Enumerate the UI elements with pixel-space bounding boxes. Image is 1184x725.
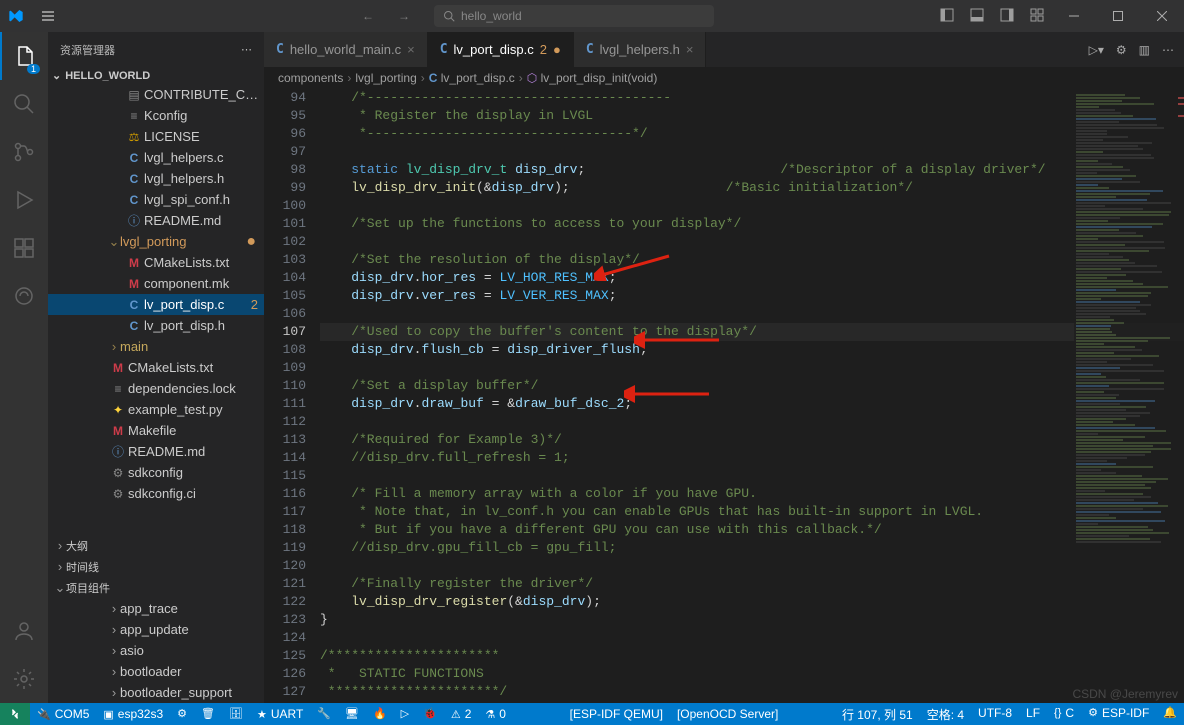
layout-toggle-1[interactable]: [932, 2, 962, 31]
section-时间线[interactable]: ›时间线: [48, 556, 264, 577]
breadcrumb-lvgl_porting[interactable]: lvgl_porting: [355, 71, 416, 85]
nav-forward-button[interactable]: →: [390, 5, 418, 27]
breadcrumb[interactable]: components›lvgl_porting›C lv_port_disp.c…: [264, 67, 1184, 89]
more-icon[interactable]: ⋯: [1162, 43, 1174, 57]
folder-lvgl_porting[interactable]: ⌄lvgl_porting●: [48, 231, 264, 252]
layout-toggle-2[interactable]: [962, 2, 992, 31]
sidebar-title: 资源管理器: [60, 42, 115, 58]
file-CMakeLists.txt[interactable]: MCMakeLists.txt: [48, 252, 264, 273]
tab-lv_port_disp.c[interactable]: Clv_port_disp.c2●: [428, 32, 574, 67]
search-tab[interactable]: [0, 80, 48, 128]
component-asio[interactable]: ›asio: [48, 640, 264, 661]
status-run[interactable]: ▷: [394, 707, 416, 720]
watermark: CSDN @Jeremyrev: [1072, 687, 1178, 701]
activity-bar: 1: [0, 32, 48, 703]
status-ESP-IDF[interactable]: ⚙ESP-IDF: [1081, 706, 1156, 720]
remote-button[interactable]: [0, 703, 30, 725]
code-area[interactable]: 9495969798991001011021031041051061071081…: [264, 89, 1184, 703]
main-menu-button[interactable]: [32, 8, 64, 24]
status-[OpenOCD Server][interactable]: [OpenOCD Server]: [670, 707, 785, 721]
editor-tabs: Chello_world_main.c×Clv_port_disp.c2●Clv…: [264, 32, 1184, 67]
folder-main[interactable]: ›main: [48, 336, 264, 357]
status-0[interactable]: ⚗0: [478, 707, 513, 721]
status-LF[interactable]: LF: [1019, 706, 1047, 720]
status-flame[interactable]: 🔥: [366, 707, 394, 720]
status-[ESP-IDF QEMU][interactable]: [ESP-IDF QEMU]: [563, 707, 670, 721]
breadcrumb-lv_port_disp.c[interactable]: C lv_port_disp.c: [429, 71, 515, 85]
espressif-tab[interactable]: [0, 272, 48, 320]
section-项目组件[interactable]: ⌄项目组件: [48, 577, 264, 598]
file-LICENSE[interactable]: ⚖LICENSE: [48, 126, 264, 147]
file-CONTRIBUTE_CONTROLLER_S...[interactable]: ▤CONTRIBUTE_CONTROLLER_S...: [48, 84, 264, 105]
source-control-tab[interactable]: [0, 128, 48, 176]
file-dependencies.lock[interactable]: ≡dependencies.lock: [48, 378, 264, 399]
status-COM5[interactable]: 🔌COM5: [30, 707, 96, 721]
component-bootloader[interactable]: ›bootloader: [48, 661, 264, 682]
nav-back-button[interactable]: ←: [354, 5, 382, 27]
status-trash[interactable]: 🗑: [194, 707, 222, 720]
component-bootloader_support[interactable]: ›bootloader_support: [48, 682, 264, 703]
status-行 107, 列 51[interactable]: 行 107, 列 51: [835, 706, 920, 723]
status-monitor[interactable]: 🖥: [338, 707, 366, 720]
file-lvgl_spi_conf.h[interactable]: Clvgl_spi_conf.h: [48, 189, 264, 210]
file-sdkconfig[interactable]: ⚙sdkconfig: [48, 462, 264, 483]
gear-icon[interactable]: ⚙: [1116, 43, 1127, 57]
status-wrench[interactable]: 🔧: [310, 707, 338, 720]
window-close[interactable]: [1140, 0, 1184, 32]
tab-hello_world_main.c[interactable]: Chello_world_main.c×: [264, 32, 428, 67]
status-UTF-8[interactable]: UTF-8: [971, 706, 1019, 720]
status-C[interactable]: {}C: [1047, 706, 1081, 720]
component-app_update[interactable]: ›app_update: [48, 619, 264, 640]
section-大纲[interactable]: ›大纲: [48, 535, 264, 556]
breadcrumb-components[interactable]: components: [278, 71, 343, 85]
status-2[interactable]: ⚠2: [444, 707, 479, 721]
window-minimize[interactable]: [1052, 0, 1096, 32]
window-maximize[interactable]: [1096, 0, 1140, 32]
file-Kconfig[interactable]: ≡Kconfig: [48, 105, 264, 126]
code-content[interactable]: /*--------------------------------------…: [320, 89, 1184, 703]
status-bug[interactable]: 🐞: [416, 707, 444, 720]
extensions-tab[interactable]: [0, 224, 48, 272]
file-README.md[interactable]: ⓘREADME.md: [48, 210, 264, 231]
file-lv_port_disp.c[interactable]: Clv_port_disp.c2: [48, 294, 264, 315]
file-sdkconfig.ci[interactable]: ⚙sdkconfig.ci: [48, 483, 264, 504]
component-app_trace[interactable]: ›app_trace: [48, 598, 264, 619]
status-db[interactable]: 🗄: [222, 707, 250, 720]
editor: Chello_world_main.c×Clv_port_disp.c2●Clv…: [264, 32, 1184, 703]
file-lv_port_disp.h[interactable]: Clv_port_disp.h: [48, 315, 264, 336]
run-debug-tab[interactable]: [0, 176, 48, 224]
status-空格: 4[interactable]: 空格: 4: [920, 706, 971, 723]
layout-toggle-3[interactable]: [992, 2, 1022, 31]
search-placeholder: hello_world: [461, 9, 522, 23]
status-esp32s3[interactable]: ▣esp32s3: [96, 707, 170, 721]
file-README.md[interactable]: ⓘREADME.md: [48, 441, 264, 462]
split-icon[interactable]: ▥: [1139, 43, 1150, 57]
title-bar: ← → hello_world: [0, 0, 1184, 32]
layout-customize[interactable]: [1022, 2, 1052, 31]
project-root[interactable]: ⌄ HELLO_WORLD: [48, 67, 264, 84]
line-gutter: 9495969798991001011021031041051061071081…: [264, 89, 320, 703]
accounts-button[interactable]: [0, 607, 48, 655]
settings-button[interactable]: [0, 655, 48, 703]
command-search[interactable]: hello_world: [434, 5, 714, 27]
file-CMakeLists.txt[interactable]: MCMakeLists.txt: [48, 357, 264, 378]
minimap[interactable]: [1074, 89, 1184, 703]
file-Makefile[interactable]: MMakefile: [48, 420, 264, 441]
file-lvgl_helpers.c[interactable]: Clvgl_helpers.c: [48, 147, 264, 168]
file-component.mk[interactable]: Mcomponent.mk: [48, 273, 264, 294]
sidebar-more-icon[interactable]: ⋯: [241, 43, 252, 56]
explorer-sidebar: 资源管理器 ⋯ ⌄ HELLO_WORLD ▤CONTRIBUTE_CONTRO…: [48, 32, 264, 703]
tab-lvgl_helpers.h[interactable]: Clvgl_helpers.h×: [574, 32, 707, 67]
run-icon[interactable]: ▷▾: [1089, 43, 1104, 57]
status-bar: 🔌COM5▣esp32s3⚙🗑🗄★UART🔧🖥🔥▷🐞⚠2⚗0 [ESP-IDF …: [0, 703, 1184, 725]
explorer-tab[interactable]: 1: [0, 32, 48, 80]
vscode-icon: [0, 8, 32, 24]
status-bell[interactable]: 🔔: [1156, 706, 1184, 719]
status-gear[interactable]: ⚙: [170, 707, 194, 720]
status-UART[interactable]: ★UART: [250, 707, 310, 721]
file-example_test.py[interactable]: ✦example_test.py: [48, 399, 264, 420]
breadcrumb-lv_port_disp_init(void)[interactable]: ⬡ lv_port_disp_init(void): [527, 71, 658, 85]
file-lvgl_helpers.h[interactable]: Clvgl_helpers.h: [48, 168, 264, 189]
